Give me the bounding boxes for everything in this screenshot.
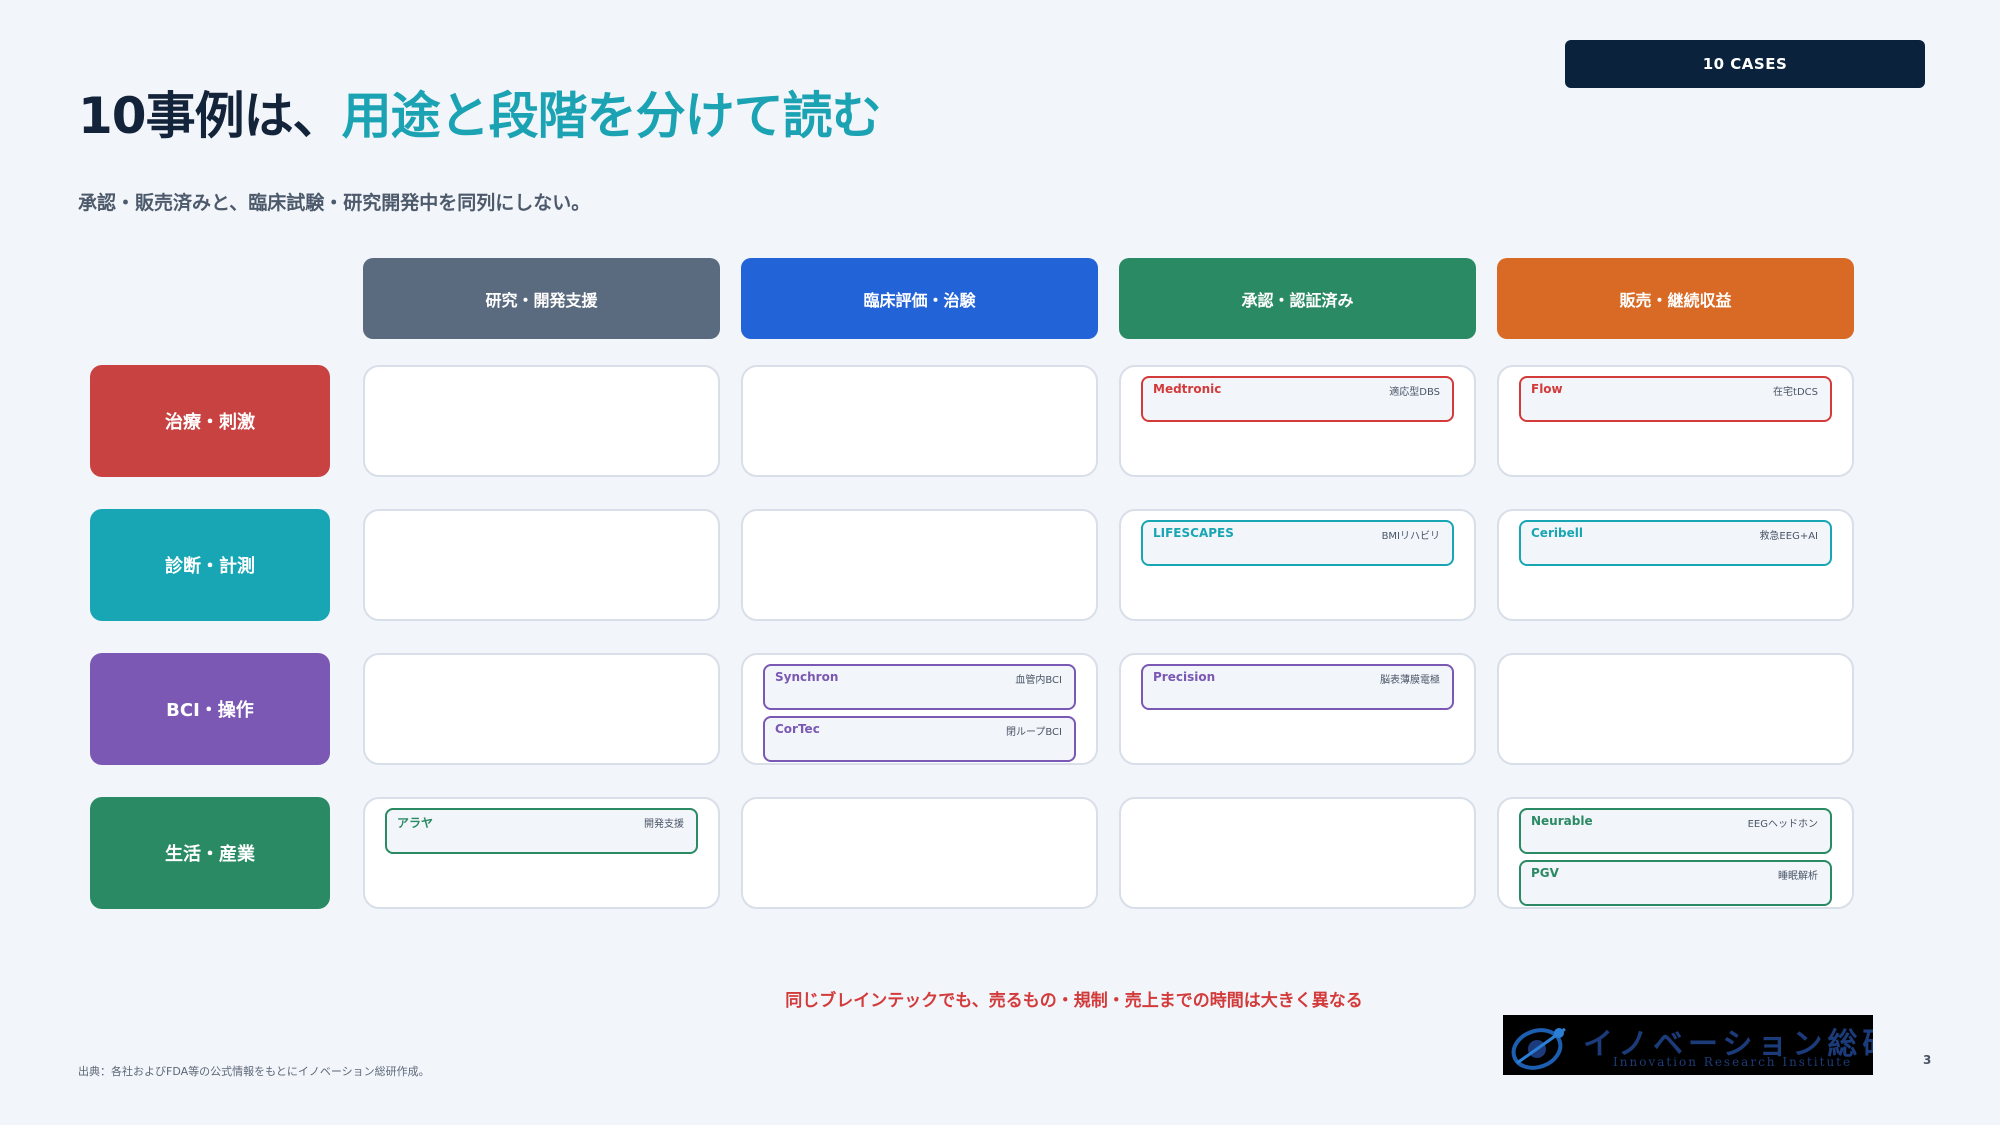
title-prefix: 10事例は、	[78, 87, 343, 145]
case-tag: 在宅tDCS	[1773, 387, 1818, 398]
matrix-cell	[363, 509, 720, 621]
case-card: CorTec 閉ループBCI	[763, 716, 1076, 762]
case-tag: 脳表薄膜電極	[1380, 675, 1440, 686]
case-card: PGV 睡眠解析	[1519, 860, 1832, 906]
logo-mark-icon	[1511, 1027, 1566, 1070]
row-header: 診断・計測	[90, 509, 330, 621]
matrix-cell	[741, 509, 1098, 621]
case-card: Ceribell 救急EEG+AI	[1519, 520, 1832, 566]
matrix-cell	[363, 653, 720, 765]
matrix-cell	[741, 797, 1098, 909]
matrix-cell: Ceribell 救急EEG+AI	[1497, 509, 1854, 621]
case-name: CorTec	[775, 722, 820, 736]
column-header: 販売・継続収益	[1497, 258, 1854, 339]
matrix-cell	[1119, 797, 1476, 909]
page-subtitle: 承認・販売済みと、臨床試験・研究開発中を同列にしない。	[78, 192, 591, 214]
case-name: Ceribell	[1531, 526, 1583, 540]
column-header: 承認・認証済み	[1119, 258, 1476, 339]
matrix-cell: LIFESCAPES BMIリハビリ	[1119, 509, 1476, 621]
column-header: 研究・開発支援	[363, 258, 720, 339]
matrix-cell	[1497, 653, 1854, 765]
case-name: PGV	[1531, 866, 1559, 880]
title-accent: 用途と段階を分けて読む	[341, 87, 882, 145]
case-tag: BMIリハビリ	[1381, 531, 1440, 542]
matrix-cell	[741, 365, 1098, 477]
case-tag: 血管内BCI	[1015, 675, 1062, 686]
matrix-cell: アラヤ 開発支援	[363, 797, 720, 909]
case-tag: 適応型DBS	[1389, 387, 1440, 398]
case-name: Medtronic	[1153, 382, 1222, 396]
case-tag: 睡眠解析	[1778, 871, 1818, 882]
case-card: アラヤ 開発支援	[385, 808, 698, 854]
case-tag: 閉ループBCI	[1005, 727, 1062, 738]
case-card: Flow 在宅tDCS	[1519, 376, 1832, 422]
cases-badge: 10 CASES	[1565, 40, 1925, 88]
case-name: Neurable	[1531, 814, 1593, 828]
key-message: 同じブレインテックでも、売るもの・規制・売上までの時間は大きく異なる	[785, 991, 1363, 1011]
page-title: 10事例は、用途と段階を分けて読む	[78, 76, 882, 148]
matrix-cell: Neurable EEGヘッドホン PGV 睡眠解析	[1497, 797, 1854, 909]
matrix-cell: Synchron 血管内BCI CorTec 閉ループBCI	[741, 653, 1098, 765]
case-name: Synchron	[775, 670, 839, 684]
source-note: 出典：各社およびFDA等の公式情報をもとにイノベーション総研作成。	[78, 1065, 430, 1078]
row-header: 治療・刺激	[90, 365, 330, 477]
logo-text-en: Innovation Research Institute	[1613, 1055, 1853, 1069]
case-card: Synchron 血管内BCI	[763, 664, 1076, 710]
row-header: BCI・操作	[90, 653, 330, 765]
case-tag: 開発支援	[644, 819, 684, 830]
matrix-cell: Precision 脳表薄膜電極	[1119, 653, 1476, 765]
case-name: アラヤ	[397, 816, 434, 830]
page-number: 3	[1923, 1053, 1932, 1067]
column-header: 臨床評価・治験	[741, 258, 1098, 339]
row-header: 生活・産業	[90, 797, 330, 909]
matrix-cell: Flow 在宅tDCS	[1497, 365, 1854, 477]
case-name: Flow	[1531, 382, 1563, 396]
company-logo: イノベーション総研 Innovation Research Institute	[1503, 1015, 1873, 1075]
matrix-cell: Medtronic 適応型DBS	[1119, 365, 1476, 477]
case-tag: 救急EEG+AI	[1759, 531, 1818, 542]
case-tag: EEGヘッドホン	[1747, 819, 1818, 830]
case-card: LIFESCAPES BMIリハビリ	[1141, 520, 1454, 566]
case-name: Precision	[1153, 670, 1216, 684]
case-card: Precision 脳表薄膜電極	[1141, 664, 1454, 710]
case-name: LIFESCAPES	[1153, 526, 1234, 540]
case-card: Neurable EEGヘッドホン	[1519, 808, 1832, 854]
matrix-cell	[363, 365, 720, 477]
case-card: Medtronic 適応型DBS	[1141, 376, 1454, 422]
